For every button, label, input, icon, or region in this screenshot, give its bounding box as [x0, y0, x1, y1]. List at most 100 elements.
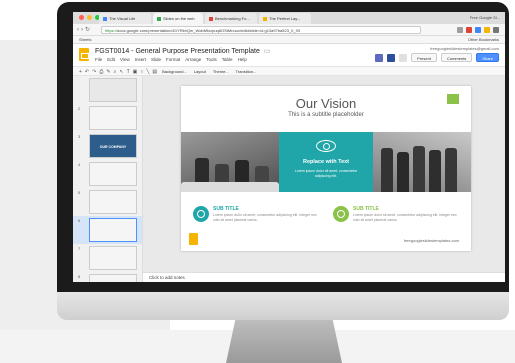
- monitor-stand: [226, 320, 342, 363]
- slide-number: 4: [78, 162, 81, 167]
- menu-bar: File Edit View Insert Slide Format Arran…: [95, 57, 247, 62]
- close-window-button[interactable]: [79, 15, 84, 20]
- slide-thumb-preview: [89, 274, 137, 282]
- team-photo-right[interactable]: [373, 132, 471, 192]
- slide-thumb-preview: [89, 162, 137, 186]
- slide-thumbnail[interactable]: 4: [73, 160, 142, 188]
- addon-icon[interactable]: [387, 53, 396, 62]
- sub-text: Lorem ipsum dolor sit amet, consectetur …: [213, 213, 317, 222]
- redo-icon[interactable]: ↷: [92, 68, 96, 76]
- addon-icon[interactable]: [399, 53, 408, 62]
- browser-profile[interactable]: Free Google Sl...: [470, 12, 500, 24]
- target-icon: [333, 206, 349, 222]
- theme-button[interactable]: Theme...: [211, 68, 231, 76]
- slide-title[interactable]: Our Vision: [181, 96, 471, 111]
- folder-icon[interactable]: ▭: [264, 48, 271, 55]
- slide-thumbnail-selected[interactable]: 6: [73, 216, 142, 244]
- sub-title: SUB TITLE: [213, 206, 239, 212]
- slides-logo-icon[interactable]: [79, 48, 89, 61]
- slide-number: 6: [78, 218, 81, 223]
- slide-thumb-preview: [89, 106, 137, 130]
- addon-icon[interactable]: [375, 53, 384, 62]
- slide-thumbnail[interactable]: 3 OUR COMPANY: [73, 132, 142, 160]
- team-photo-left[interactable]: [181, 132, 279, 192]
- browser-tab-active[interactable]: Slides on the web: [153, 13, 203, 24]
- menu-help[interactable]: Help: [238, 57, 247, 62]
- slide-number: 8: [78, 274, 81, 279]
- image-icon[interactable]: ▣: [133, 68, 138, 76]
- print-icon[interactable]: ⎙: [99, 68, 103, 76]
- slide-thumbnail[interactable]: 8: [73, 272, 142, 282]
- comments-button[interactable]: Comments: [440, 53, 473, 62]
- eye-icon: [316, 140, 336, 152]
- menu-arrange[interactable]: Arrange: [185, 57, 201, 62]
- document-title[interactable]: FGST0014 - General Purpose Presentation …: [95, 48, 260, 55]
- browser-tab-label: The Perfect Lay...: [269, 16, 301, 21]
- menu-slide[interactable]: Slide: [151, 57, 161, 62]
- slide-filmstrip[interactable]: 2 3 OUR COMPANY 4 5 6 7 8: [73, 76, 143, 282]
- reload-icon[interactable]: ↻: [85, 27, 92, 33]
- slide-thumbnail[interactable]: 2: [73, 104, 142, 132]
- zoom-icon[interactable]: ⌕: [114, 68, 117, 76]
- menu-view[interactable]: View: [120, 57, 130, 62]
- browser-tab-label: Benchmarking Fo...: [215, 16, 250, 21]
- menu-insert[interactable]: Insert: [135, 57, 146, 62]
- present-button[interactable]: Present: [411, 53, 437, 62]
- menu-tools[interactable]: Tools: [206, 57, 217, 62]
- vision-highlight-box[interactable]: Replace with Text Lorem ipsum dolor sit …: [279, 132, 373, 192]
- browser-tab[interactable]: The Visual Life: [99, 13, 151, 24]
- menu-file[interactable]: File: [95, 57, 102, 62]
- share-button[interactable]: Share: [476, 53, 499, 62]
- nav-buttons: ‹›↻: [77, 24, 92, 36]
- slide-canvas[interactable]: Our Vision This is a subtitle placeholde…: [181, 86, 471, 251]
- slide-number: 5: [78, 190, 81, 195]
- select-icon[interactable]: ↖: [119, 68, 123, 76]
- minimize-window-button[interactable]: [87, 15, 92, 20]
- document-title-row: FGST0014 - General Purpose Presentation …: [95, 47, 270, 55]
- url-scheme: https://: [105, 28, 118, 33]
- bookmark-sheets[interactable]: Sheets: [79, 37, 91, 42]
- slide-thumbnail[interactable]: 5: [73, 188, 142, 216]
- highlight-text: Lorem ipsum dolor sit amet, consectetur …: [294, 169, 358, 178]
- other-bookmarks[interactable]: Other Bookmarks: [468, 36, 499, 44]
- comment-icon[interactable]: ▤: [152, 68, 157, 76]
- slides-header: FGST0014 - General Purpose Presentation …: [73, 44, 505, 66]
- person-silhouette: [381, 148, 393, 192]
- sub-section-left[interactable]: SUB TITLE Lorem ipsum dolor sit amet, co…: [193, 204, 323, 228]
- background-button[interactable]: Background...: [160, 68, 189, 76]
- shape-icon[interactable]: ○: [140, 68, 143, 76]
- textbox-icon[interactable]: T: [127, 68, 130, 76]
- url-input[interactable]: https://docs.google.com/presentation/d/1…: [101, 26, 421, 34]
- speaker-notes[interactable]: Click to add notes: [143, 272, 505, 282]
- favicon-icon: [263, 16, 267, 21]
- paint-format-icon[interactable]: ✎: [106, 68, 110, 76]
- account-email[interactable]: freegoogleslidestemplates@gmail.com: [430, 46, 499, 51]
- menu-edit[interactable]: Edit: [107, 57, 115, 62]
- sub-section-right[interactable]: SUB TITLE Lorem ipsum dolor sit amet, co…: [333, 204, 463, 228]
- line-icon[interactable]: ╲: [146, 68, 149, 76]
- favicon-icon: [157, 16, 161, 21]
- menu-format[interactable]: Format: [166, 57, 180, 62]
- extension-icon[interactable]: [484, 27, 490, 33]
- menu-table[interactable]: Table: [222, 57, 233, 62]
- person-silhouette: [445, 148, 457, 192]
- layout-button[interactable]: Layout: [192, 68, 208, 76]
- browser-tab[interactable]: Benchmarking Fo...: [205, 13, 257, 24]
- favicon-icon: [209, 16, 213, 21]
- star-icon[interactable]: [457, 27, 463, 33]
- extension-icon[interactable]: [466, 27, 472, 33]
- transition-button[interactable]: Transition...: [234, 68, 259, 76]
- extension-icon[interactable]: [475, 27, 481, 33]
- window-controls: [79, 15, 100, 20]
- menu-icon[interactable]: [493, 27, 499, 33]
- undo-icon[interactable]: ↶: [85, 68, 89, 76]
- highlight-title: Replace with Text: [302, 159, 350, 165]
- browser-tab-label: Slides on the web: [163, 16, 195, 21]
- browser-tab[interactable]: The Perfect Lay...: [259, 13, 311, 24]
- slide-subtitle[interactable]: This is a subtitle placeholder: [181, 112, 471, 118]
- slide-number: 7: [78, 246, 81, 251]
- add-slide-icon[interactable]: +: [79, 68, 82, 76]
- slide-thumb-preview: [89, 218, 137, 242]
- slide-thumbnail[interactable]: [73, 76, 142, 104]
- slide-thumbnail[interactable]: 7: [73, 244, 142, 272]
